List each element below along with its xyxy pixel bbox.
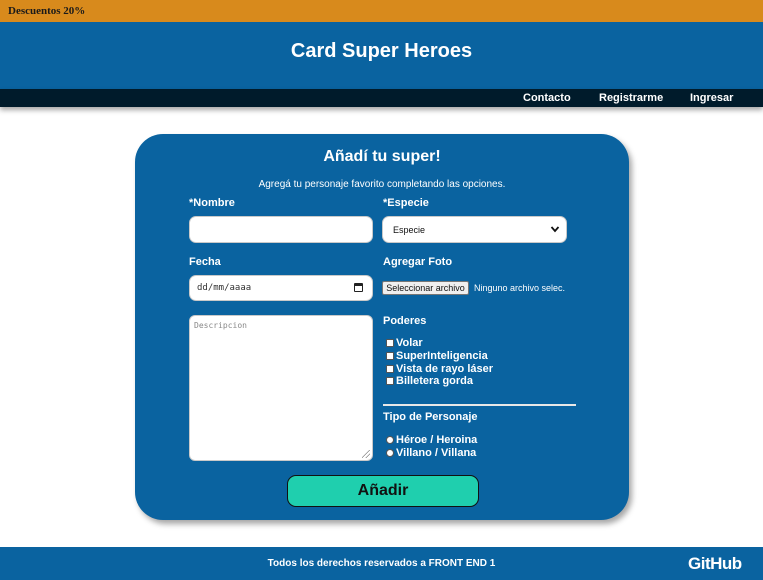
checkbox[interactable]: [386, 377, 394, 385]
section-divider: [383, 404, 576, 406]
footer-copyright: Todos los derechos reservados a FRONT EN…: [267, 558, 496, 569]
checkbox[interactable]: [386, 339, 394, 347]
name-input[interactable]: [189, 216, 373, 243]
promo-text: Descuentos 20%: [8, 5, 86, 17]
description-placeholder: Descripcion: [194, 321, 247, 330]
species-select[interactable]: Especie: [382, 216, 567, 243]
calendar-icon[interactable]: [354, 283, 363, 292]
page-title: Card Super Heroes: [290, 40, 473, 62]
photo-label: Agregar Foto: [383, 256, 453, 268]
file-status-text: Ninguno archivo selec.: [474, 283, 566, 293]
chevron-down-icon: [550, 226, 560, 233]
name-label: *Nombre: [189, 197, 235, 209]
radio-button[interactable]: [386, 449, 394, 457]
checkbox[interactable]: [386, 352, 394, 360]
form-title: Añadí tu super!: [323, 148, 441, 165]
powers-label: Poderes: [383, 315, 427, 327]
site-header: Card Super Heroes: [0, 22, 763, 89]
date-placeholder: dd/mm/aaaa: [197, 283, 252, 293]
species-selected-value: Especie: [393, 225, 426, 235]
nav-bar: Contacto Registrarme Ingresar: [0, 89, 763, 107]
site-footer: Todos los derechos reservados a FRONT EN…: [0, 547, 763, 580]
add-hero-form: Añadí tu super! Agregá tu personaje favo…: [135, 134, 629, 520]
date-input[interactable]: dd/mm/aaaa: [189, 275, 373, 301]
character-type-label: Tipo de Personaje: [383, 411, 478, 423]
github-logo[interactable]: GitHub: [688, 554, 742, 574]
species-label: *Especie: [383, 197, 429, 209]
promo-banner: Descuentos 20%: [0, 0, 763, 22]
description-textarea[interactable]: Descripcion: [189, 315, 373, 461]
add-button[interactable]: Añadir: [287, 475, 479, 507]
date-label: Fecha: [189, 256, 221, 268]
radio-button[interactable]: [386, 436, 394, 444]
nav-link-register[interactable]: Registrarme: [599, 92, 663, 104]
file-select-button[interactable]: Seleccionar archivo: [382, 281, 469, 295]
nav-link-login[interactable]: Ingresar: [690, 92, 733, 104]
resize-grip-icon[interactable]: [362, 450, 370, 458]
checkbox[interactable]: [386, 365, 394, 373]
nav-link-contact[interactable]: Contacto: [523, 92, 571, 104]
form-subtitle: Agregá tu personaje favorito completando…: [258, 179, 506, 190]
